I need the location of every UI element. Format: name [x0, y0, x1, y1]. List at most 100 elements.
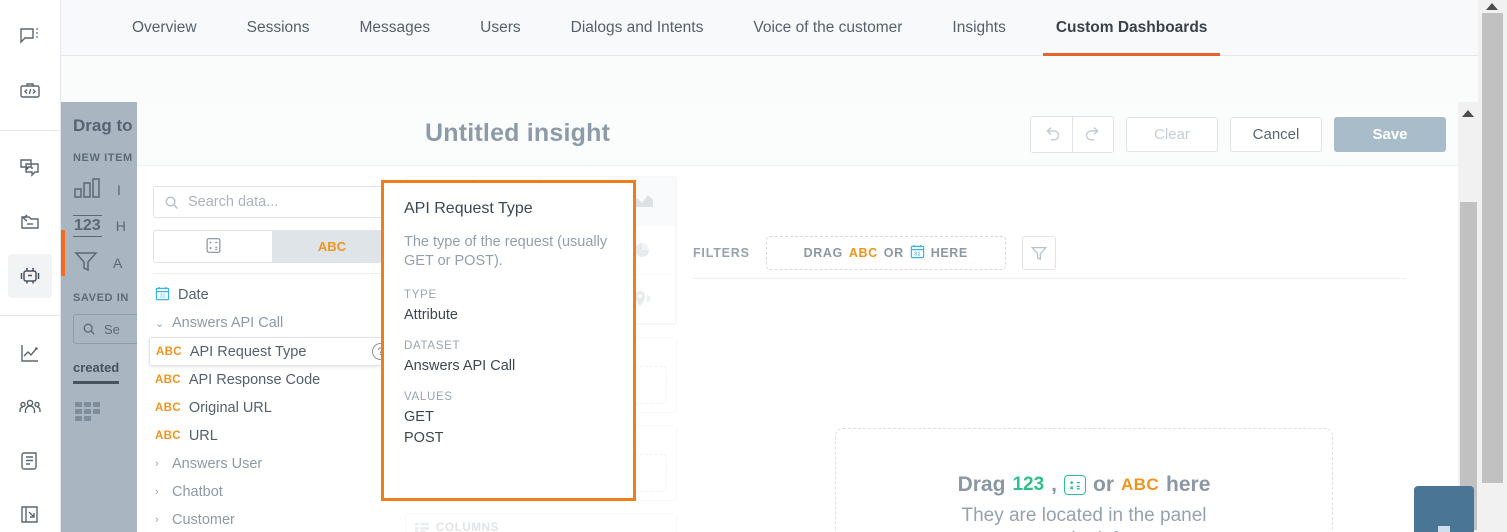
- modal-scrollbar[interactable]: [1458, 102, 1478, 532]
- canvas-dz-comma: ,: [1051, 473, 1057, 496]
- field-api-response-code[interactable]: ABC API Response Code: [145, 366, 397, 394]
- shelf-columns: COLUMNS DRAG ABC OR HERE: [405, 513, 677, 532]
- folder-reply-icon[interactable]: [8, 200, 52, 244]
- funnel-icon[interactable]: [1021, 236, 1056, 270]
- calculator-icon: [205, 237, 222, 257]
- field-group-answers-api-call[interactable]: ⌄ Answers API Call: [145, 309, 397, 337]
- field-api-request-type[interactable]: ABC API Request Type ?: [149, 337, 397, 366]
- bg-panel-saved-label: SAVED IN: [73, 292, 129, 304]
- canvas-dz-line1: Drag 123 , or ABC here: [958, 473, 1211, 497]
- field-group-customer[interactable]: › Customer: [145, 506, 397, 532]
- tab-sessions-label: Sessions: [246, 18, 310, 36]
- field-url[interactable]: ABC URL: [145, 422, 397, 450]
- tab-users[interactable]: Users: [455, 0, 545, 56]
- rail-group-bottom: [0, 316, 60, 532]
- bg-tab-created[interactable]: created: [73, 360, 120, 384]
- svg-text:31: 31: [914, 252, 921, 258]
- canvas-dz-or: or: [1093, 473, 1114, 496]
- filters-dropzone[interactable]: DRAG ABC OR 31 HERE: [765, 236, 1006, 270]
- redo-icon[interactable]: [1072, 117, 1113, 152]
- page-scrollbar-thumb[interactable]: [1482, 13, 1503, 483]
- field-info-popover: API Request Type The type of the request…: [381, 180, 636, 501]
- undo-redo-group: [1030, 116, 1114, 153]
- robot-icon[interactable]: [8, 254, 52, 298]
- search-input[interactable]: Search data...: [153, 186, 392, 218]
- field-group-customer-label: Customer: [172, 512, 235, 528]
- bg-item-number[interactable]: 123 H: [73, 215, 137, 237]
- code-briefcase-icon[interactable]: [8, 69, 52, 113]
- search-placeholder: Search data...: [188, 194, 279, 210]
- cancel-button[interactable]: Cancel: [1230, 117, 1322, 152]
- users-icon[interactable]: [8, 385, 52, 429]
- tab-voice-of-the-customer[interactable]: Voice of the customer: [728, 0, 927, 56]
- save-button[interactable]: Save: [1334, 117, 1446, 152]
- field-group-chatbot-label: Chatbot: [172, 484, 223, 500]
- tab-insights[interactable]: Insights: [927, 0, 1030, 56]
- modal-scrollbar-thumb[interactable]: [1460, 202, 1477, 530]
- filters-dz-abc: ABC: [848, 246, 878, 260]
- search-icon: [165, 196, 179, 209]
- bg-search-input[interactable]: Se: [73, 314, 137, 344]
- field-group-answers-user[interactable]: › Answers User: [145, 450, 397, 478]
- tab-dialogs-and-intents[interactable]: Dialogs and Intents: [546, 0, 729, 56]
- shelf-columns-label-row: COLUMNS: [415, 522, 667, 532]
- bg-panel-new-items-label: NEW ITEM: [73, 152, 133, 164]
- field-date[interactable]: 31 Date: [145, 281, 397, 309]
- canvas-dropzone[interactable]: Drag 123 , or ABC here They are located …: [835, 428, 1333, 532]
- abc-icon: ABC: [155, 430, 181, 442]
- popover-type-label: TYPE: [404, 289, 437, 302]
- bg-search-placeholder: Se: [104, 321, 120, 337]
- field-original-url-label: Original URL: [188, 400, 272, 416]
- abc-icon: ABC: [155, 402, 181, 414]
- chevron-right-icon: ›: [155, 514, 159, 526]
- support-chat-button[interactable]: [1414, 486, 1474, 532]
- tab-attributes[interactable]: ABC: [272, 231, 391, 262]
- bg-item-chart[interactable]: I: [73, 176, 137, 203]
- field-group-chatbot[interactable]: › Chatbot: [145, 478, 397, 506]
- canvas-dz-line2: They are located in the panel: [961, 505, 1207, 526]
- insight-editor-modal: Untitled insight Clear Cancel Save Searc…: [137, 102, 1458, 532]
- tab-sessions[interactable]: Sessions: [222, 0, 335, 56]
- tab-messages-label: Messages: [359, 18, 431, 36]
- tab-custom-dashboards[interactable]: Custom Dashboards: [1031, 0, 1233, 56]
- chevron-right-icon: ›: [155, 486, 159, 498]
- clear-button[interactable]: Clear: [1126, 117, 1218, 152]
- tab-overview-label: Overview: [132, 18, 197, 36]
- svg-text:31: 31: [160, 293, 166, 299]
- tab-metrics[interactable]: [154, 231, 272, 262]
- field-type-tabs: ABC: [153, 230, 392, 263]
- chat-dots-icon: [1438, 526, 1450, 532]
- conversations-icon[interactable]: [8, 146, 52, 190]
- chevron-right-icon: ›: [155, 458, 159, 470]
- field-list: 31 Date ⌄ Answers API Call ABC API Reque…: [145, 281, 397, 532]
- scroll-up-arrow-icon[interactable]: [1462, 110, 1474, 117]
- undo-icon[interactable]: [1031, 117, 1072, 152]
- abc-icon: ABC: [155, 374, 181, 386]
- scroll-up-arrow-icon[interactable]: [1486, 3, 1498, 10]
- tab-insights-label: Insights: [952, 18, 1006, 36]
- page-scrollbar[interactable]: [1478, 0, 1507, 532]
- popover-values-label: VALUES: [404, 391, 453, 404]
- header-toolbar: Clear Cancel Save: [1030, 116, 1446, 153]
- field-date-label: Date: [178, 287, 209, 303]
- filters-row: FILTERS DRAG ABC OR 31 HERE: [693, 228, 1406, 278]
- bg-item-chart-label: I: [117, 181, 121, 198]
- tab-overview[interactable]: Overview: [107, 0, 222, 56]
- field-api-request-type-label: API Request Type: [189, 343, 307, 360]
- analytics-icon[interactable]: [8, 331, 52, 375]
- chat-menu-icon[interactable]: [8, 15, 52, 59]
- page-title[interactable]: Untitled insight: [425, 119, 610, 148]
- tab-messages[interactable]: Messages: [335, 0, 456, 56]
- chevron-down-icon: ⌄: [155, 317, 165, 330]
- bg-item-number-label: H: [115, 218, 126, 234]
- field-original-url[interactable]: ABC Original URL: [145, 394, 397, 422]
- bg-item-table[interactable]: [73, 398, 137, 425]
- document-icon[interactable]: [8, 439, 52, 483]
- rail-group-mid: [0, 131, 60, 316]
- report-icon[interactable]: [8, 493, 52, 532]
- funnel-icon: [73, 249, 99, 276]
- bg-item-funnel[interactable]: A: [73, 249, 137, 276]
- popover-value-get: GET: [404, 409, 434, 426]
- shelf-icon: [415, 522, 429, 532]
- popover-type-value: Attribute: [404, 307, 458, 324]
